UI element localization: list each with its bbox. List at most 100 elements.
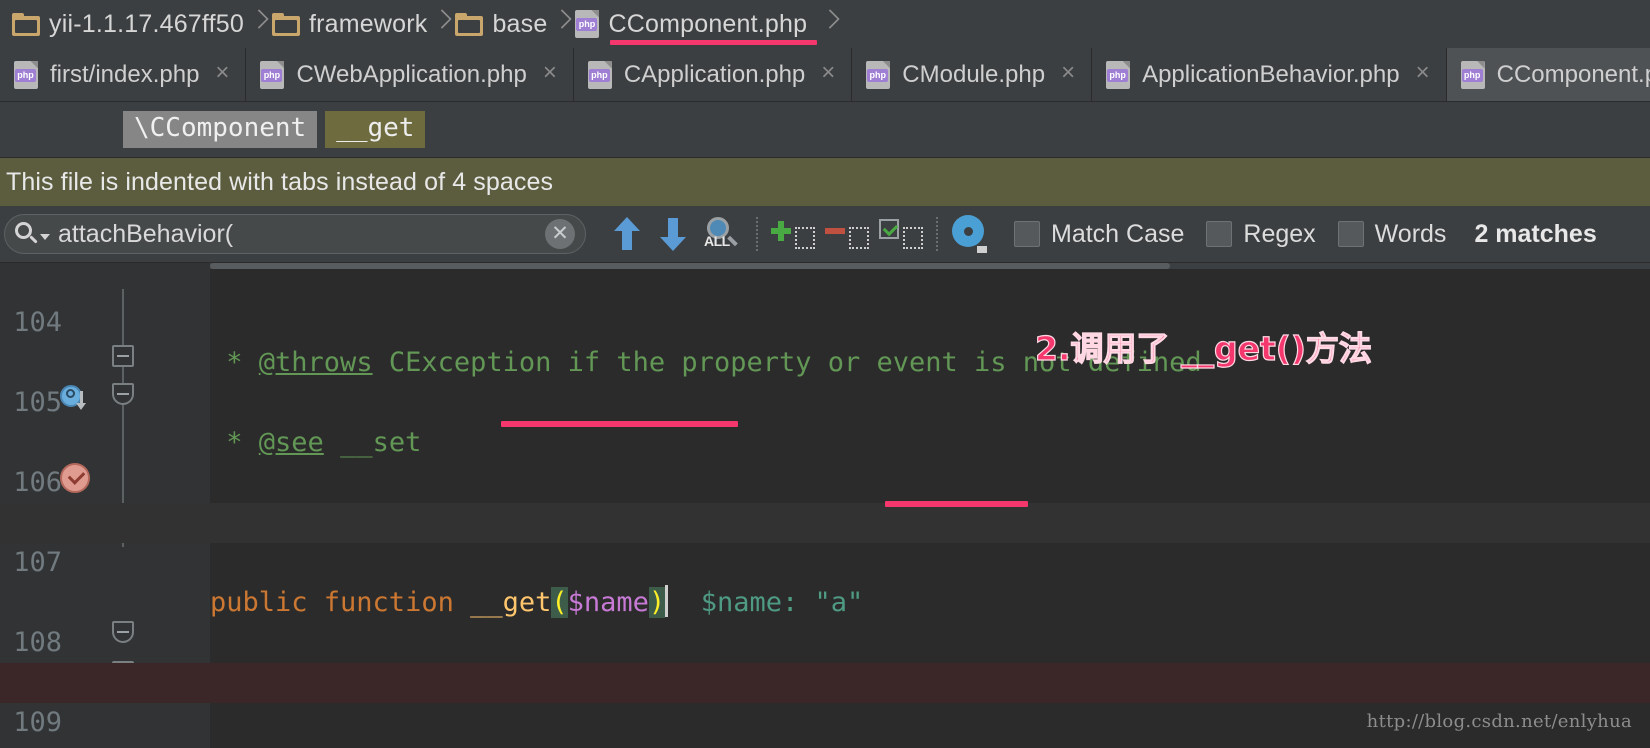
folder-icon	[12, 12, 40, 36]
code-line-104[interactable]: 104 * @throws CException if the property…	[0, 263, 1650, 378]
structure-navigation-bar: \CComponent __get	[0, 102, 1650, 158]
breadcrumb: yii-1.1.17.467ff50 framework base php CC…	[0, 0, 1650, 48]
annotation-underline-geta-value	[885, 501, 1028, 507]
search-history-chevron-down-icon[interactable]	[40, 234, 50, 240]
search-input[interactable]: attachBehavior( ✕	[4, 214, 586, 254]
fold-collapse-icon[interactable]	[112, 383, 134, 405]
tab-label: first/index.php	[50, 60, 200, 88]
match-case-label: Match Case	[1051, 219, 1185, 248]
breadcrumb-chevron-icon	[553, 0, 571, 48]
line-number: 107	[13, 547, 62, 578]
folder-icon	[271, 12, 300, 36]
code-line-110[interactable]: 110 if(method_exists($this,$getter)) {	[0, 743, 1650, 748]
code-line-108[interactable]: 108 {	[0, 583, 1650, 698]
regex-option[interactable]: Regex	[1206, 219, 1316, 249]
breadcrumb-label: base	[492, 9, 548, 38]
words-label: Words	[1374, 219, 1447, 248]
arrow-down-icon	[660, 217, 686, 251]
match-case-option[interactable]: Match Case	[1014, 220, 1184, 249]
nav-chip-method[interactable]: __get	[325, 110, 426, 149]
indentation-warning-banner: This file is indented with tabs instead …	[0, 158, 1650, 206]
php-file-icon: php	[1106, 60, 1131, 89]
breadcrumb-chevron-icon	[821, 0, 839, 48]
find-settings-button[interactable]	[946, 211, 992, 257]
toolbar-divider	[756, 217, 758, 251]
remove-selection-button[interactable]	[820, 211, 874, 257]
code-line-105[interactable]: 105 * @see __set	[0, 343, 1650, 458]
match-case-checkbox[interactable]	[1014, 221, 1040, 247]
tab-close-icon[interactable]: ×	[211, 61, 229, 88]
tab-capplication-php[interactable]: php CApplication.php ×	[573, 48, 853, 101]
search-input-value: attachBehavior(	[58, 219, 234, 248]
find-previous-button[interactable]	[604, 211, 650, 257]
words-option[interactable]: Words	[1337, 219, 1447, 249]
tab-label: CWebApplication.php	[296, 60, 527, 88]
annotation-underline-get-signature	[501, 421, 738, 427]
line-number: 104	[13, 307, 62, 338]
tab-close-icon[interactable]: ×	[1057, 61, 1075, 88]
tab-close-icon[interactable]: ×	[1412, 61, 1430, 88]
tab-label: ApplicationBehavior.php	[1142, 60, 1400, 88]
breadcrumb-label: framework	[308, 9, 428, 38]
php-file-icon: php	[14, 60, 38, 89]
search-icon	[13, 221, 39, 247]
watermark: http://blog.csdn.net/enlyhua	[1366, 711, 1632, 732]
add-selection-button[interactable]	[766, 211, 820, 257]
code-editor[interactable]: 104 * @throws CException if the property…	[0, 263, 1650, 748]
breadcrumb-highlight-underline	[610, 40, 818, 45]
breadcrumb-item-file[interactable]: php CComponent.php	[571, 0, 821, 48]
find-all-icon: ALL	[703, 217, 741, 251]
php-file-icon: php	[260, 60, 285, 89]
php-file-icon: php	[866, 60, 891, 89]
breadcrumb-item-project[interactable]: yii-1.1.17.467ff50	[8, 0, 250, 48]
arrow-up-icon	[614, 217, 640, 251]
editor-horizontal-scrollbar[interactable]	[210, 263, 1650, 269]
tab-cwebapplication-php[interactable]: php CWebApplication.php ×	[246, 48, 574, 101]
regex-label: Regex	[1243, 219, 1316, 248]
tab-label: CComponent.php	[1496, 60, 1650, 88]
annotation-note: 2.调用了 __get()方法	[1034, 328, 1372, 368]
tab-applicationbehavior-php[interactable]: php ApplicationBehavior.php ×	[1092, 48, 1447, 101]
tab-label: CApplication.php	[623, 60, 806, 88]
code-line-106[interactable]: 106 */	[0, 423, 1650, 538]
code-line-107[interactable]: 107 public function __get($name) $name: …	[0, 503, 1650, 618]
tab-first-index-php[interactable]: php first/index.php ×	[0, 48, 247, 101]
select-all-occurrences-icon	[879, 217, 923, 251]
regex-checkbox[interactable]	[1206, 221, 1233, 247]
breadcrumb-chevron-icon	[250, 0, 268, 48]
line-number: 109	[13, 707, 62, 738]
tab-label: CModule.php	[902, 60, 1046, 88]
breadcrumb-chevron-icon	[433, 0, 451, 48]
line-number: 108	[13, 627, 62, 658]
remove-selection-icon	[825, 217, 869, 251]
clear-search-icon[interactable]: ✕	[545, 219, 575, 249]
find-toolbar: attachBehavior( ✕ ALL Match Case Regex W…	[0, 206, 1650, 263]
folder-icon	[455, 12, 484, 36]
add-selection-icon	[771, 217, 815, 251]
code-line-109[interactable]: 109 $getter='get'.$name; $getter: "geta"	[0, 663, 1650, 748]
find-all-button[interactable]: ALL	[696, 211, 748, 257]
scrollbar-thumb[interactable]	[210, 263, 1170, 269]
php-file-icon: php	[575, 10, 600, 38]
find-next-button[interactable]	[650, 211, 696, 257]
words-checkbox[interactable]	[1337, 221, 1364, 247]
php-file-icon: php	[1460, 60, 1485, 89]
toolbar-divider	[936, 217, 938, 251]
banner-text: This file is indented with tabs instead …	[6, 167, 554, 196]
tab-ccomponent-php[interactable]: php CComponent.php	[1446, 48, 1650, 101]
breadcrumb-label: yii-1.1.17.467ff50	[49, 9, 244, 38]
tab-close-icon[interactable]: ×	[817, 61, 835, 88]
nav-chip-class[interactable]: \CComponent	[123, 110, 318, 149]
line-number: 106	[13, 467, 62, 498]
match-count-label: 2 matches	[1474, 219, 1597, 248]
fold-collapse-icon[interactable]	[112, 621, 134, 643]
line-number: 105	[13, 387, 62, 418]
php-file-icon: php	[587, 60, 612, 89]
tab-close-icon[interactable]: ×	[539, 61, 557, 88]
breadcrumb-item-framework[interactable]: framework	[268, 0, 434, 48]
breadcrumb-item-base[interactable]: base	[451, 0, 553, 48]
breadcrumb-label: CComponent.php	[608, 9, 808, 38]
select-all-occurrences-button[interactable]	[874, 211, 928, 257]
tab-cmodule-php[interactable]: php CModule.php ×	[852, 48, 1093, 101]
gear-icon	[952, 217, 987, 253]
